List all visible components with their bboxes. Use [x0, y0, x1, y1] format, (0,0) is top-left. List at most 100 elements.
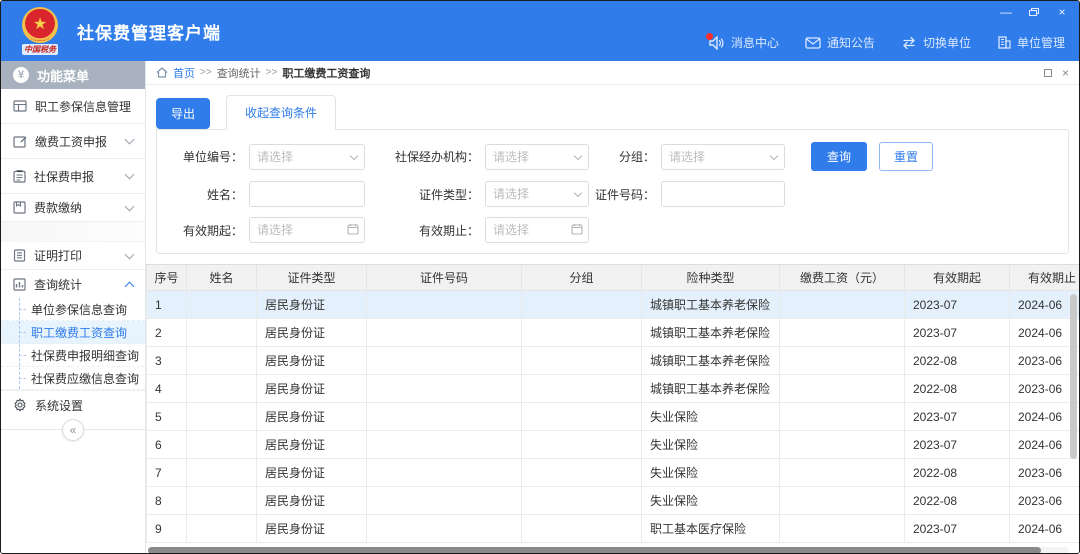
- sidebar-item-salary-declare[interactable]: 缴费工资申报: [1, 124, 145, 159]
- agency-select[interactable]: [485, 144, 589, 170]
- table-cell: [187, 375, 257, 403]
- table-row[interactable]: 5居民身份证失业保险2023-072024-06: [147, 403, 1080, 431]
- valid-to-datepicker[interactable]: [485, 217, 589, 243]
- toolbar-switch-unit[interactable]: 切换单位: [901, 34, 971, 51]
- query-buttons: 查询 重置: [785, 142, 1060, 171]
- table-cell: 2023-07: [905, 403, 1010, 431]
- submenu-unit-insurance-query[interactable]: 单位参保信息查询: [1, 298, 145, 321]
- table-cell: 4: [147, 375, 187, 403]
- table-cell: [367, 291, 522, 319]
- submenu-employee-salary-query[interactable]: 职工缴费工资查询: [1, 321, 145, 344]
- sidebar-menu: 职工参保信息管理 缴费工资申报 社保费申报 费款缴纳: [1, 89, 145, 553]
- close-button[interactable]: ×: [1055, 5, 1069, 19]
- breadcrumb-home[interactable]: 首页: [173, 65, 195, 81]
- table-cell: 2022-08: [905, 487, 1010, 515]
- column-header: 有效期止: [1010, 265, 1080, 291]
- table-cell: [780, 459, 905, 487]
- submenu-declare-detail-query[interactable]: 社保费申报明细查询: [1, 344, 145, 367]
- table-cell: 8: [147, 487, 187, 515]
- valid-from-datepicker[interactable]: [249, 217, 365, 243]
- sidebar-item-query-statistics[interactable]: 查询统计: [1, 270, 145, 298]
- vertical-scrollbar[interactable]: [1070, 294, 1077, 534]
- chart-icon: [13, 278, 26, 291]
- collapse-query-tab[interactable]: 收起查询条件: [226, 95, 336, 130]
- table-cell: 2023-07: [905, 515, 1010, 543]
- table-cell: [367, 459, 522, 487]
- column-header: 缴费工资（元）: [780, 265, 905, 291]
- table-cell: [522, 403, 642, 431]
- table-cell: 2: [147, 319, 187, 347]
- main-content: 首页 >> 查询统计 >> 职工缴费工资查询 × 导出 收起查询条件 单位编号：: [146, 61, 1079, 553]
- table-row[interactable]: 4居民身份证城镇职工基本养老保险2022-082023-06: [147, 375, 1080, 403]
- table-cell: [367, 487, 522, 515]
- sidebar-item-fee-payment[interactable]: 费款缴纳: [1, 194, 145, 222]
- table-row[interactable]: 8居民身份证失业保险2022-082023-06: [147, 487, 1080, 515]
- restore-button[interactable]: [1027, 5, 1041, 19]
- sidebar-collapse-button[interactable]: «: [62, 419, 84, 441]
- table-row[interactable]: 6居民身份证失业保险2023-072024-06: [147, 431, 1080, 459]
- vertical-scrollbar-thumb[interactable]: [1070, 294, 1077, 459]
- toolbar-unit-management[interactable]: 单位管理: [997, 34, 1065, 51]
- toolbar-notices[interactable]: 通知公告: [805, 34, 875, 51]
- column-header: 险种类型: [642, 265, 780, 291]
- table-cell: [187, 515, 257, 543]
- table-cell: [367, 319, 522, 347]
- minimize-button[interactable]: —: [999, 5, 1013, 19]
- cert-no-field[interactable]: [661, 181, 785, 207]
- query-button[interactable]: 查询: [811, 142, 867, 171]
- column-header: 姓名: [187, 265, 257, 291]
- unit-code-select[interactable]: [249, 144, 365, 170]
- breadcrumb: 首页 >> 查询统计 >> 职工缴费工资查询 ×: [146, 61, 1079, 85]
- table-cell: 失业保险: [642, 487, 780, 515]
- table-cell: 2022-08: [905, 347, 1010, 375]
- table-cell: [367, 431, 522, 459]
- sidebar-item-system-settings[interactable]: 系统设置: [1, 391, 145, 419]
- export-button[interactable]: 导出: [156, 98, 210, 129]
- name-field[interactable]: [249, 181, 365, 207]
- speaker-icon: [709, 36, 725, 50]
- name-input[interactable]: [249, 181, 365, 207]
- home-icon: [156, 67, 168, 78]
- sidebar: ¥ 功能菜单 职工参保信息管理 缴费工资申报 社保费申报: [1, 61, 146, 553]
- table-row[interactable]: 2居民身份证城镇职工基本养老保险2023-072024-06: [147, 319, 1080, 347]
- reset-button[interactable]: 重置: [879, 142, 933, 171]
- horizontal-scrollbar[interactable]: [148, 547, 1069, 554]
- table-cell: [522, 347, 642, 375]
- chevron-up-icon: [125, 281, 135, 291]
- table-row[interactable]: 1居民身份证城镇职工基本养老保险2023-072024-06: [147, 291, 1080, 319]
- table-row[interactable]: 7居民身份证失业保险2022-082023-06: [147, 459, 1080, 487]
- sidebar-item-fee-declare[interactable]: 社保费申报: [1, 159, 145, 194]
- panel-close-icon[interactable]: ×: [1062, 67, 1069, 79]
- table-cell: [780, 375, 905, 403]
- table-cell: [780, 347, 905, 375]
- cert-type-select[interactable]: [485, 181, 589, 207]
- table-cell: [187, 319, 257, 347]
- horizontal-scrollbar-thumb[interactable]: [148, 547, 1041, 554]
- table-cell: 2023-07: [905, 291, 1010, 319]
- menu-item-redacted: [1, 222, 145, 242]
- table-cell: 居民身份证: [257, 403, 367, 431]
- name-label: 姓名：: [161, 186, 249, 203]
- tax-emblem-icon: ★: [22, 7, 58, 43]
- panel-controls: ×: [1044, 67, 1069, 79]
- table-cell: 职工基本医疗保险: [642, 515, 780, 543]
- cert-no-input[interactable]: [661, 181, 785, 207]
- app-title: 社保费管理客户端: [77, 19, 221, 44]
- sidebar-item-certificate-print[interactable]: 证明打印: [1, 242, 145, 270]
- table-cell: 5: [147, 403, 187, 431]
- column-header: 证件类型: [257, 265, 367, 291]
- group-select[interactable]: [661, 144, 785, 170]
- column-header: 序号: [147, 265, 187, 291]
- toolbar-message-center[interactable]: 消息中心: [709, 34, 779, 51]
- submenu-payable-info-query[interactable]: 社保费应缴信息查询: [1, 367, 145, 390]
- table-cell: [187, 431, 257, 459]
- sidebar-item-employee-insurance-info[interactable]: 职工参保信息管理: [1, 89, 145, 124]
- action-row: 导出 收起查询条件: [146, 85, 1079, 129]
- table-row[interactable]: 9居民身份证职工基本医疗保险2023-072024-06: [147, 515, 1080, 543]
- table-row[interactable]: 3居民身份证城镇职工基本养老保险2022-082023-06: [147, 347, 1080, 375]
- table-cell: 2022-08: [905, 459, 1010, 487]
- panel-maximize-icon[interactable]: [1044, 69, 1052, 77]
- chevron-down-icon: [125, 135, 135, 145]
- breadcrumb-level1[interactable]: 查询统计: [217, 65, 261, 81]
- table-cell: 6: [147, 431, 187, 459]
